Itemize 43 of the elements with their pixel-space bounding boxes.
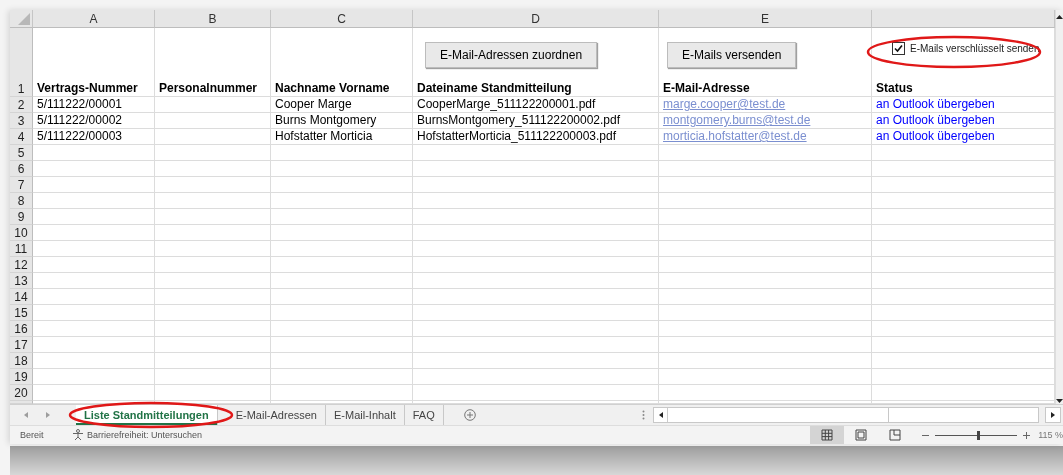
column-heading: Nachname Vorname [275,81,390,96]
cell-text: Cooper Marge [275,97,352,112]
column-letter[interactable]: A [89,11,98,26]
assign-addresses-button[interactable]: E-Mail-Adressen zuordnen [425,42,598,68]
cell-text: 5/111222/00001 [37,97,122,112]
scroll-up-icon[interactable] [1056,14,1063,21]
cell-text: Burns Montgomery [275,113,377,128]
scroll-right-icon[interactable] [1049,411,1057,419]
vertical-scrollbar[interactable] [1055,10,1063,404]
column-letter[interactable]: D [531,11,540,26]
status-text: an Outlook übergeben [876,113,995,128]
column-letter[interactable]: E [761,11,769,26]
cell-text: CooperMarge_511122200001.pdf [417,97,596,112]
column-heading: Vertrags-Nummer [37,81,138,96]
cell-text: 5/111222/00002 [37,113,122,128]
checkmark-icon [894,44,903,53]
column-letter[interactable]: B [208,11,217,26]
column-heading: Dateiname Standmitteilung [417,81,572,96]
accessibility-icon[interactable] [72,429,84,441]
column-heading: Status [876,81,913,96]
cell-text: BurnsMontgomery_511122200002.pdf [417,113,621,128]
ready-status: Bereit [20,430,45,440]
accessibility-status[interactable]: Barrierefreiheit: Untersuchen [87,430,203,440]
status-text: an Outlook übergeben [876,129,995,144]
send-emails-button[interactable]: E-Mails versenden [667,42,797,68]
row-number[interactable]: 1 [17,82,25,96]
horizontal-scrollbar[interactable] [653,407,1039,423]
grid-icon [821,429,834,441]
zoom-level[interactable]: 115 % [1038,430,1063,440]
add-sheet-icon[interactable] [463,409,476,421]
column-letter[interactable]: C [337,11,346,26]
zoom-in-icon[interactable] [1023,431,1031,439]
column-heading: Personalnummer [159,81,258,96]
cell-text: Hofstatter Morticia [275,129,373,144]
page-break-icon [889,429,902,441]
splitter-handle-icon[interactable] [642,410,645,420]
status-text: an Outlook übergeben [876,97,995,112]
page-icon [855,429,868,441]
normal-view-button[interactable] [810,426,845,444]
sheet-tab[interactable]: Liste Standmitteilungen [76,405,218,425]
cell-text: HofstatterMorticia_511122200003.pdf [417,129,617,144]
column-heading: E-Mail-Adresse [663,81,750,96]
cell-text: 5/111222/00003 [37,129,122,144]
